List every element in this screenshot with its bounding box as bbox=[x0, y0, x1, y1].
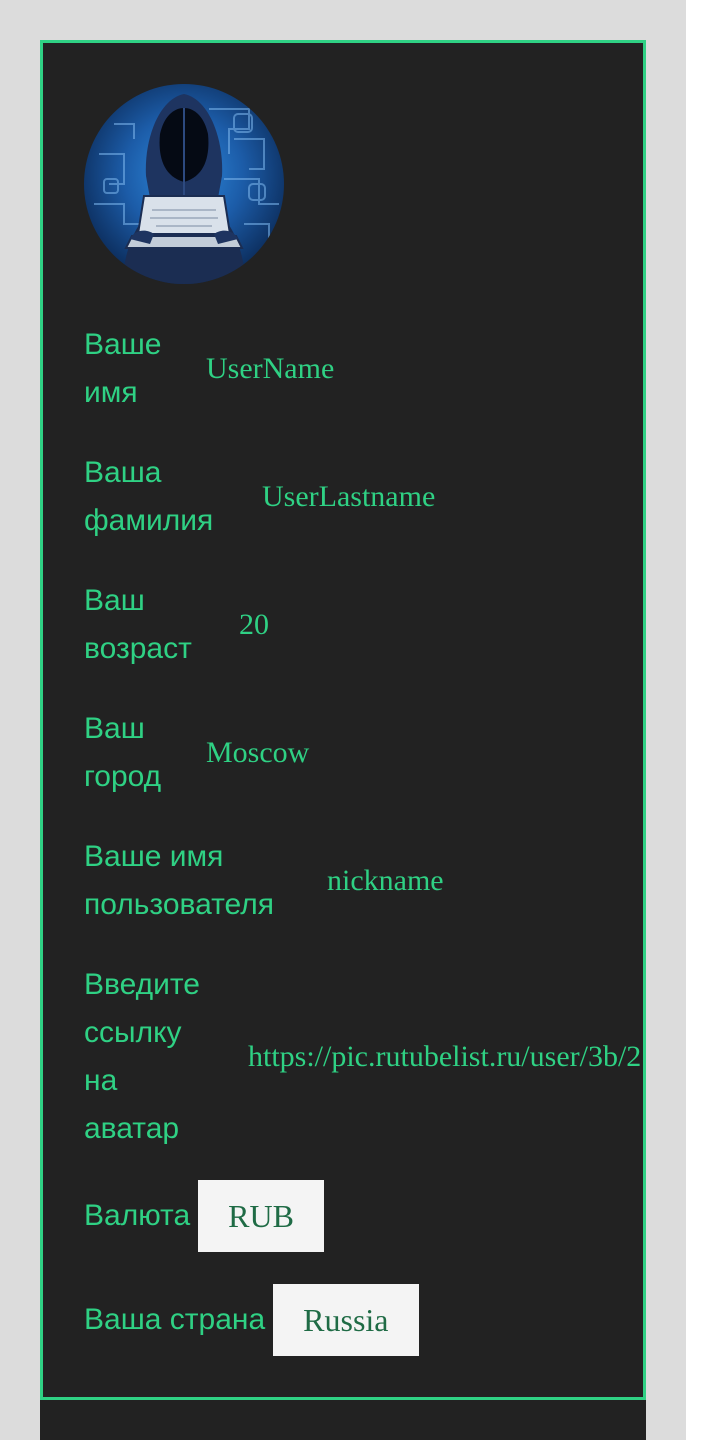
first-name-label: Ваше имя bbox=[84, 328, 162, 409]
city-row: Ваш город Moscow bbox=[84, 705, 309, 801]
country-select[interactable]: Russia bbox=[273, 1284, 419, 1356]
hacker-avatar-icon bbox=[94, 94, 279, 284]
age-label: Ваш возраст bbox=[84, 584, 192, 665]
currency-label: Валюта bbox=[84, 1199, 191, 1232]
age-value[interactable]: 20 bbox=[239, 601, 269, 649]
profile-card: Ваше имя UserName Ваша фамилия UserLastn… bbox=[40, 40, 646, 1400]
avatar-url-row: Введите ссылку на аватар https://pic.rut… bbox=[84, 961, 641, 1153]
currency-select[interactable]: RUB bbox=[198, 1180, 324, 1252]
username-value[interactable]: nickname bbox=[327, 857, 444, 905]
currency-row: Валюта RUB bbox=[84, 1180, 324, 1252]
avatar-url-label: Введите ссылку на аватар bbox=[84, 968, 200, 1145]
avatar-url-value[interactable]: https://pic.rutubelist.ru/user/3b/2 bbox=[248, 1033, 641, 1081]
username-row: Ваше имя пользователя nickname bbox=[84, 833, 444, 929]
last-name-label: Ваша фамилия bbox=[84, 456, 214, 537]
city-value[interactable]: Moscow bbox=[206, 729, 309, 777]
country-row: Ваша страна Russia bbox=[84, 1284, 419, 1356]
first-name-row: Ваше имя UserName bbox=[84, 321, 334, 417]
scrollbar-track[interactable] bbox=[686, 0, 718, 1440]
last-name-row: Ваша фамилия UserLastname bbox=[84, 449, 435, 545]
card-footer-strip bbox=[40, 1400, 646, 1440]
age-row: Ваш возраст 20 bbox=[84, 577, 269, 673]
first-name-value[interactable]: UserName bbox=[206, 345, 334, 393]
country-label: Ваша страна bbox=[84, 1303, 266, 1336]
city-label: Ваш город bbox=[84, 712, 162, 793]
last-name-value[interactable]: UserLastname bbox=[262, 473, 435, 521]
username-label: Ваше имя пользователя bbox=[84, 840, 274, 921]
avatar bbox=[84, 84, 284, 284]
